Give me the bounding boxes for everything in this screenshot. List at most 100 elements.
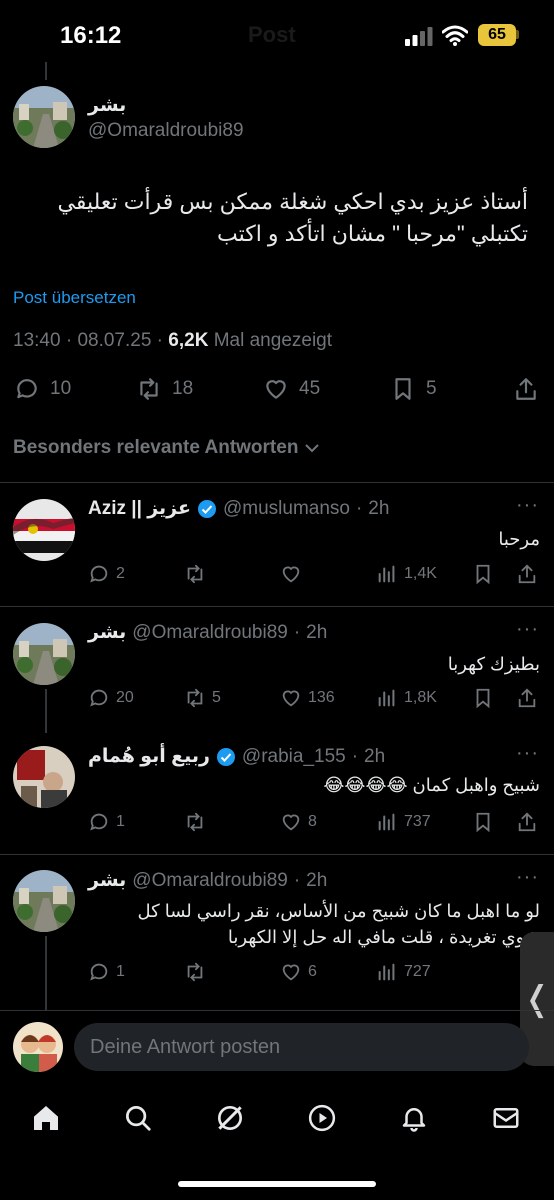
share-icon — [518, 812, 536, 832]
bookmark-button[interactable]: 5 — [390, 376, 437, 402]
reply-button[interactable]: 10 — [14, 376, 71, 402]
battery-indicator: 65 — [478, 24, 516, 46]
more-options-icon[interactable]: ··· — [516, 618, 539, 641]
verified-badge-icon — [197, 499, 216, 518]
post-date: 08.07.25 — [77, 330, 152, 351]
bookmark-icon — [476, 688, 490, 709]
views-button[interactable]: 1,4K — [376, 563, 437, 585]
reply-author-name[interactable]: بشر — [88, 621, 126, 644]
author-name[interactable]: بشر — [88, 94, 126, 117]
more-options-icon[interactable]: ··· — [516, 742, 539, 765]
sort-replies-dropdown[interactable]: Besonders relevante Antworten — [13, 437, 320, 459]
tab-home[interactable] — [28, 1100, 64, 1136]
tab-notifications[interactable] — [396, 1100, 432, 1136]
views-button[interactable]: 727 — [376, 961, 431, 983]
reply-button[interactable]: 20 — [88, 687, 134, 709]
bookmark-button[interactable] — [472, 687, 494, 709]
share-button[interactable] — [516, 687, 538, 709]
repost-count: 5 — [212, 689, 221, 706]
post-views: 6,2K — [168, 330, 209, 351]
reply-header: بشر @Omaraldroubi89 · 2h — [88, 621, 328, 644]
tab-search[interactable] — [120, 1100, 156, 1136]
views-button[interactable]: 1,8K — [376, 687, 437, 709]
repost-button[interactable] — [184, 961, 212, 983]
post-text: أستاذ عزيز بدي احكي شغلة ممكن بس قرأت تع… — [57, 189, 529, 246]
repost-button[interactable]: 5 — [184, 687, 221, 709]
repost-button[interactable]: 18 — [136, 376, 193, 402]
like-count: 136 — [308, 689, 335, 706]
reply-author-name[interactable]: بشر — [88, 869, 126, 892]
reply-icon — [90, 565, 108, 583]
share-button[interactable] — [516, 811, 538, 833]
views-button[interactable]: 737 — [376, 811, 431, 833]
repost-button[interactable] — [184, 811, 212, 833]
repost-icon — [187, 962, 203, 982]
bookmark-icon — [476, 564, 490, 585]
sort-replies-label: Besonders relevante Antworten — [13, 437, 299, 458]
reply-avatar[interactable] — [13, 499, 75, 561]
views-chart-icon — [378, 689, 395, 707]
reply-author-name[interactable]: Aziz || عزيز — [88, 497, 191, 520]
bookmark-count: 5 — [426, 378, 437, 399]
heart-icon — [282, 964, 300, 981]
reply-icon — [90, 963, 108, 981]
reply-button[interactable]: 1 — [88, 811, 125, 833]
reply-count: 1 — [116, 963, 125, 980]
translate-post-link[interactable]: Post übersetzen — [13, 288, 136, 308]
grok-icon — [218, 1106, 242, 1130]
reply-button[interactable]: 1 — [88, 961, 125, 983]
divider — [0, 606, 554, 607]
tab-video[interactable] — [304, 1100, 340, 1136]
header-title: Post — [248, 22, 296, 47]
mail-icon — [493, 1108, 519, 1128]
post-meta: 13:40 · 08.07.25 · 6,2K Mal angezeigt — [13, 330, 333, 351]
reply-author-name[interactable]: ربيع أبو هُمام — [88, 745, 210, 768]
share-icon — [518, 688, 536, 708]
repost-icon — [140, 378, 158, 400]
reply-author-handle[interactable]: @Omaraldroubi89 — [132, 870, 288, 892]
like-button[interactable]: 6 — [280, 961, 317, 983]
bookmark-button[interactable] — [472, 811, 494, 833]
repost-button[interactable] — [184, 563, 212, 585]
share-button[interactable] — [513, 376, 539, 402]
reply-icon — [90, 813, 108, 831]
cellular-signal-icon — [405, 27, 433, 46]
reply-author-handle[interactable]: @rabia_155 — [242, 746, 346, 768]
tab-messages[interactable] — [488, 1100, 524, 1136]
reply-author-handle[interactable]: @muslumanso — [223, 498, 350, 520]
like-button[interactable]: 45 — [263, 376, 320, 402]
author-handle[interactable]: @Omaraldroubi89 — [88, 120, 244, 142]
thread-line — [45, 62, 47, 80]
views-count: 727 — [404, 963, 431, 980]
my-avatar[interactable] — [13, 1022, 63, 1072]
author-avatar[interactable] — [13, 86, 75, 148]
more-options-icon[interactable]: ··· — [516, 866, 539, 889]
views-chart-icon — [378, 813, 395, 831]
divider — [0, 482, 554, 483]
heart-icon — [266, 380, 286, 399]
like-button[interactable]: 136 — [280, 687, 335, 709]
reply-composer-input[interactable]: Deine Antwort posten — [74, 1023, 529, 1071]
bell-icon — [402, 1108, 426, 1132]
reply-button[interactable]: 2 — [88, 563, 125, 585]
bookmark-button[interactable] — [472, 563, 494, 585]
wifi-icon — [442, 25, 468, 46]
reply-header: ربيع أبو هُمام @rabia_155 · 2h — [88, 745, 386, 768]
reply-author-handle[interactable]: @Omaraldroubi89 — [132, 622, 288, 644]
repost-count: 18 — [172, 378, 194, 399]
repost-icon — [187, 688, 203, 708]
tab-grok[interactable] — [212, 1100, 248, 1136]
share-button[interactable] — [516, 563, 538, 585]
status-time: 16:12 — [60, 22, 122, 49]
reply-avatar[interactable] — [13, 623, 75, 685]
reply-avatar[interactable] — [13, 870, 75, 932]
reply-time: 2h — [368, 497, 390, 519]
reply-avatar[interactable] — [13, 746, 75, 808]
chevron-down-icon — [305, 444, 319, 453]
like-button[interactable] — [280, 563, 308, 585]
like-button[interactable]: 8 — [280, 811, 317, 833]
reply-text: شبيح واهبل كمان 😂😂😂😂 — [323, 775, 540, 795]
like-count: 45 — [299, 378, 321, 399]
share-icon — [516, 378, 536, 400]
more-options-icon[interactable]: ··· — [516, 494, 539, 517]
